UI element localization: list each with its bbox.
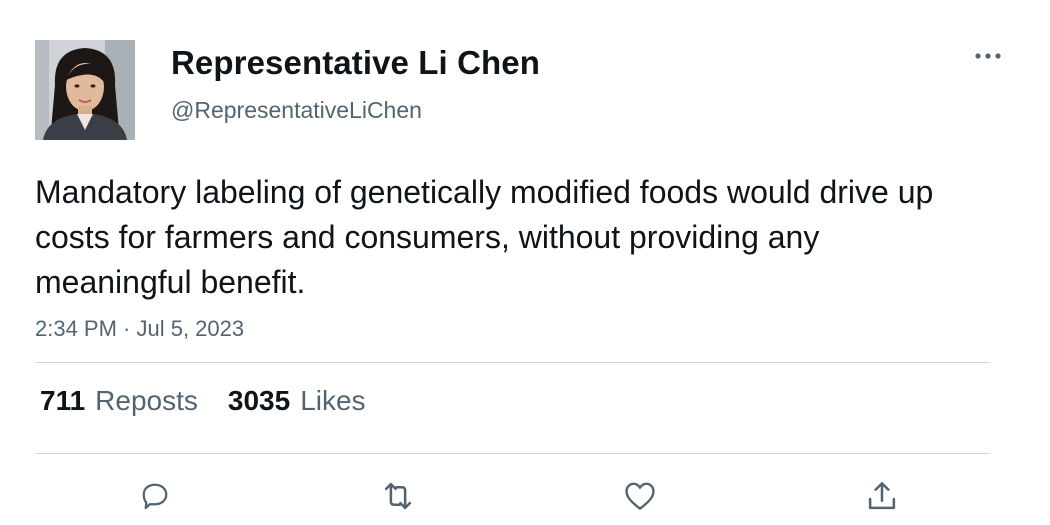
likes-count: 3035 [227,385,291,416]
reposts-count: 711 [40,385,86,416]
divider-top [35,362,990,363]
tweet-timestamp[interactable]: 2:34 PM · Jul 5, 2023 [35,316,244,342]
author-handle[interactable]: @RepresentativeLiChen [171,97,422,124]
action-bar [0,470,1050,520]
more-options-button[interactable] [970,44,1006,68]
like-button[interactable] [618,474,662,518]
repost-icon [384,482,412,510]
reposts-stat[interactable]: 711 Reposts [40,385,198,417]
reply-icon [142,483,168,510]
repost-button[interactable] [376,474,420,518]
author-name[interactable]: Representative Li Chen [171,44,540,82]
share-icon [868,482,896,510]
likes-stat[interactable]: 3035 Likes [228,385,366,417]
tweet-text: Mandatory labeling of genetically modifi… [35,174,934,300]
divider-bottom [35,453,990,454]
reply-button[interactable] [133,474,177,518]
heart-icon [625,482,655,510]
share-button[interactable] [860,474,904,518]
likes-label: Likes [300,385,366,416]
avatar-portrait [35,40,135,140]
engagement-stats: 711 Reposts 3035 Likes [40,385,366,417]
more-horizontal-icon [975,53,1001,59]
reposts-label: Reposts [95,385,198,416]
avatar[interactable] [35,40,135,140]
